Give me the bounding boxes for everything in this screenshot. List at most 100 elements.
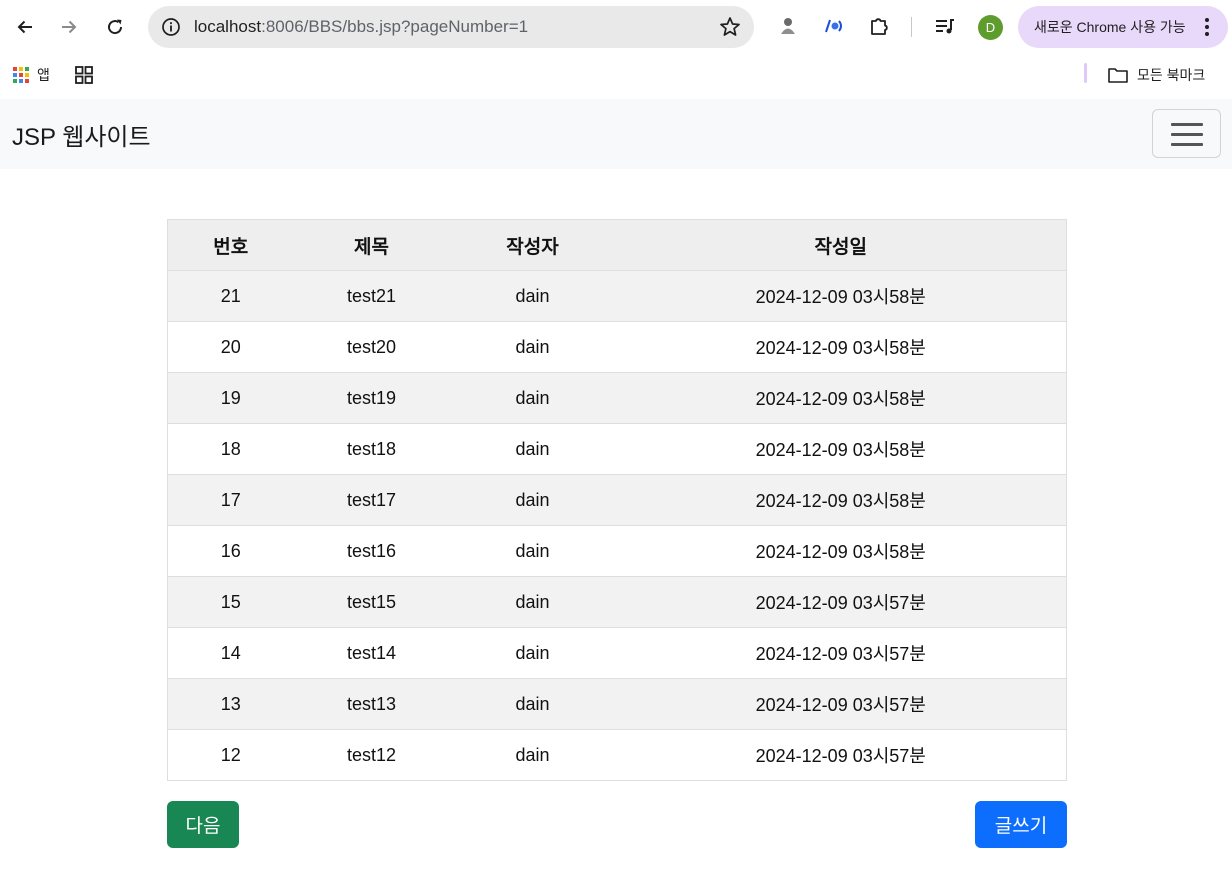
board-table: 번호 제목 작성자 작성일 21 test21 dain 2024-12-09 …: [167, 219, 1067, 781]
apps-shortcut[interactable]: 앱: [13, 64, 50, 86]
folder-icon: [1108, 68, 1128, 83]
browser-toolbar: localhost:8006/BBS/bbs.jsp?pageNumber=1 …: [0, 0, 1232, 56]
header-date: 작성일: [615, 219, 1067, 271]
tab-groups-button[interactable]: [74, 64, 94, 86]
table-row: 12 test12 dain 2024-12-09 03시57분: [167, 729, 1067, 781]
cell-author: dain: [449, 729, 616, 781]
apps-grid-icon: [13, 67, 29, 83]
header-number: 번호: [167, 219, 294, 271]
extensions-menu-button[interactable]: [867, 14, 891, 38]
cell-number: 17: [167, 474, 294, 526]
cell-title-link[interactable]: test16: [293, 525, 450, 577]
board-table-body: 21 test21 dain 2024-12-09 03시58분 20 test…: [167, 270, 1067, 781]
puzzle-icon: [871, 18, 888, 35]
cell-number: 16: [167, 525, 294, 577]
cell-author: dain: [449, 525, 616, 577]
table-row: 13 test13 dain 2024-12-09 03시57분: [167, 678, 1067, 730]
all-bookmarks-button[interactable]: 모든 북마크: [1107, 64, 1205, 86]
cell-number: 14: [167, 627, 294, 679]
navbar-brand[interactable]: JSP 웹사이트: [12, 117, 151, 152]
url-host: localhost: [194, 17, 262, 36]
site-info-icon: [162, 18, 180, 36]
cell-date: 2024-12-09 03시58분: [615, 321, 1067, 373]
forward-arrow-icon: [62, 20, 77, 34]
cell-number: 19: [167, 372, 294, 424]
profile-avatar[interactable]: D: [978, 15, 1003, 40]
table-row: 20 test20 dain 2024-12-09 03시58분: [167, 321, 1067, 373]
cell-title-link[interactable]: test12: [293, 729, 450, 781]
board-table-head: 번호 제목 작성자 작성일: [167, 219, 1067, 271]
kebab-menu-icon[interactable]: [1198, 18, 1216, 36]
cell-title-link[interactable]: test15: [293, 576, 450, 628]
cell-date: 2024-12-09 03시57분: [615, 729, 1067, 781]
cell-date: 2024-12-09 03시58분: [615, 525, 1067, 577]
cell-date: 2024-12-09 03시57분: [615, 627, 1067, 679]
cell-number: 15: [167, 576, 294, 628]
site-navbar: JSP 웹사이트: [0, 99, 1232, 169]
bookmark-star-button[interactable]: [718, 15, 742, 39]
bookmarks-bar: 앱 모든 북마크: [0, 56, 1232, 94]
cell-title-link[interactable]: test17: [293, 474, 450, 526]
cell-number: 21: [167, 270, 294, 322]
cell-number: 18: [167, 423, 294, 475]
write-post-button[interactable]: 글쓰기: [975, 801, 1067, 848]
address-bar[interactable]: localhost:8006/BBS/bbs.jsp?pageNumber=1: [148, 6, 754, 48]
cell-date: 2024-12-09 03시58분: [615, 423, 1067, 475]
tab-groups-icon: [75, 66, 93, 84]
cell-number: 12: [167, 729, 294, 781]
bookmarks-divider: [1084, 63, 1087, 83]
next-page-button[interactable]: 다음: [167, 801, 239, 848]
table-row: 16 test16 dain 2024-12-09 03시58분: [167, 525, 1067, 577]
reload-icon: [108, 19, 123, 35]
url-path: :8006/BBS/bbs.jsp?pageNumber=1: [261, 17, 529, 36]
forward-button[interactable]: [50, 8, 88, 46]
cell-number: 13: [167, 678, 294, 730]
cell-date: 2024-12-09 03시57분: [615, 678, 1067, 730]
extension-button-2[interactable]: [822, 14, 846, 38]
table-header-row: 번호 제목 작성자 작성일: [167, 219, 1067, 271]
cell-title-link[interactable]: test20: [293, 321, 450, 373]
address-url[interactable]: localhost:8006/BBS/bbs.jsp?pageNumber=1: [194, 6, 528, 48]
table-row: 18 test18 dain 2024-12-09 03시58분: [167, 423, 1067, 475]
cell-author: dain: [449, 423, 616, 475]
cell-title-link[interactable]: test18: [293, 423, 450, 475]
table-row: 21 test21 dain 2024-12-09 03시58분: [167, 270, 1067, 322]
apps-label: 앱: [37, 67, 50, 83]
table-row: 17 test17 dain 2024-12-09 03시58분: [167, 474, 1067, 526]
extension-icon: [825, 19, 842, 33]
header-author: 작성자: [449, 219, 616, 271]
cell-number: 20: [167, 321, 294, 373]
table-row: 15 test15 dain 2024-12-09 03시57분: [167, 576, 1067, 628]
cell-author: dain: [449, 474, 616, 526]
star-icon: [720, 17, 740, 36]
all-bookmarks-label: 모든 북마크: [1137, 67, 1206, 83]
cell-title-link[interactable]: test14: [293, 627, 450, 679]
cell-author: dain: [449, 321, 616, 373]
cell-author: dain: [449, 270, 616, 322]
cell-date: 2024-12-09 03시58분: [615, 474, 1067, 526]
back-button[interactable]: [6, 8, 44, 46]
extension-button-1[interactable]: [776, 14, 800, 38]
table-row: 14 test14 dain 2024-12-09 03시57분: [167, 627, 1067, 679]
back-arrow-icon: [17, 20, 32, 34]
cell-author: dain: [449, 678, 616, 730]
header-title: 제목: [293, 219, 450, 271]
cell-author: dain: [449, 627, 616, 679]
cell-title-link[interactable]: test19: [293, 372, 450, 424]
navbar-toggler-button[interactable]: [1152, 109, 1221, 158]
cell-author: dain: [449, 576, 616, 628]
toolbar-divider: [911, 17, 912, 37]
media-control-icon: [936, 19, 954, 34]
chrome-update-label: 새로운 Chrome 사용 가능: [1034, 19, 1186, 35]
cell-author: dain: [449, 372, 616, 424]
table-row: 19 test19 dain 2024-12-09 03시58분: [167, 372, 1067, 424]
reload-button[interactable]: [96, 8, 134, 46]
cell-title-link[interactable]: test21: [293, 270, 450, 322]
cell-date: 2024-12-09 03시58분: [615, 270, 1067, 322]
cell-date: 2024-12-09 03시57분: [615, 576, 1067, 628]
chrome-update-button[interactable]: 새로운 Chrome 사용 가능: [1018, 6, 1228, 48]
cell-title-link[interactable]: test13: [293, 678, 450, 730]
extension-icon: [781, 18, 795, 34]
media-control-button[interactable]: [933, 14, 957, 38]
site-info-button[interactable]: [158, 14, 184, 40]
